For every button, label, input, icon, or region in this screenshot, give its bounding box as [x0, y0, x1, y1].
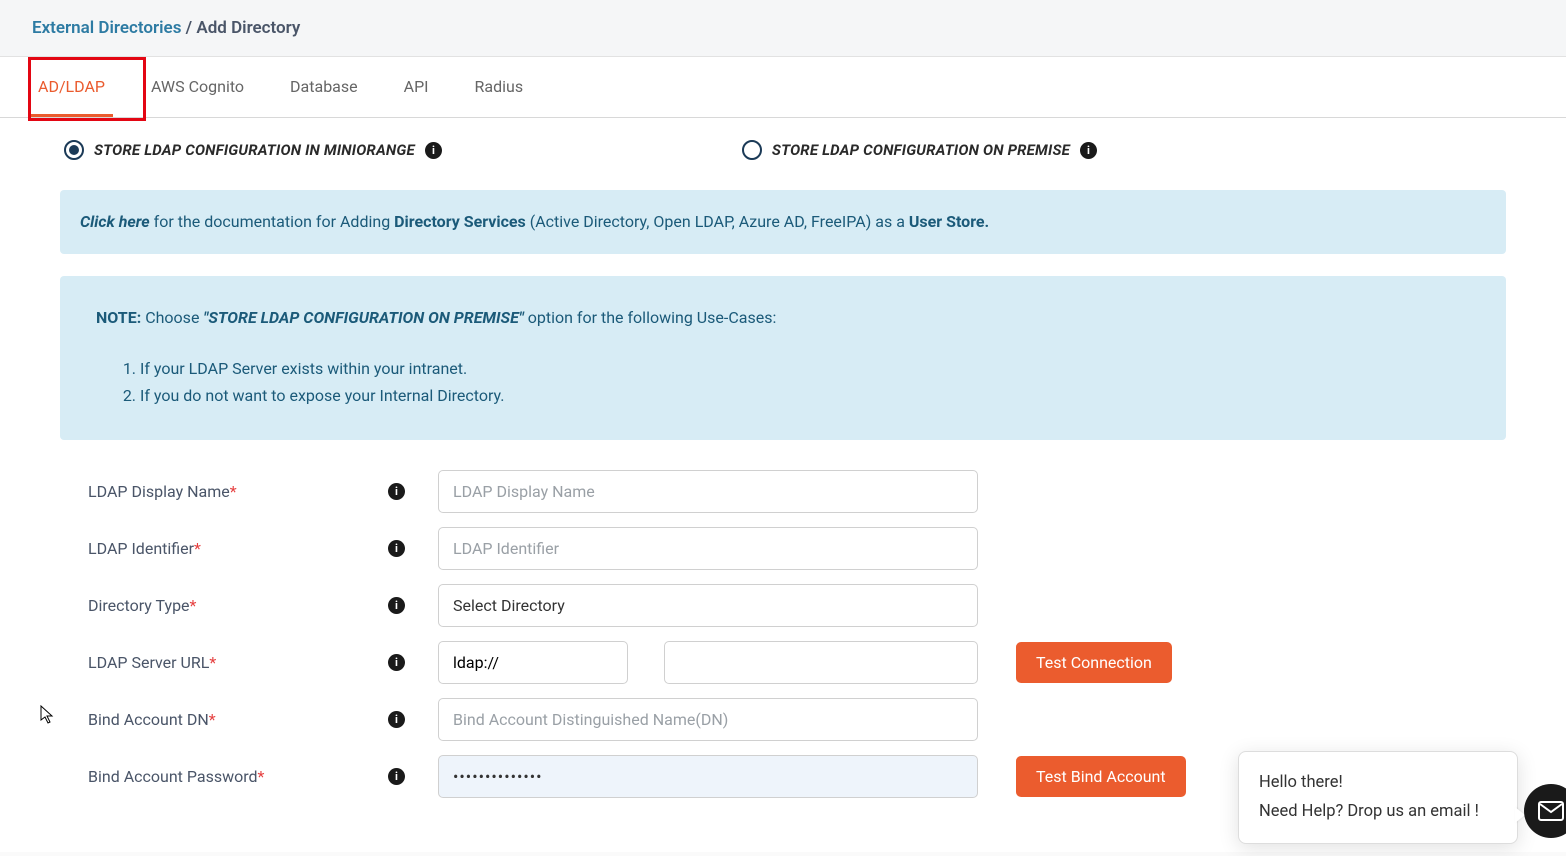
note-quoted: "STORE LDAP CONFIGURATION ON PREMISE" [203, 308, 523, 327]
breadcrumb-link[interactable]: External Directories [32, 18, 181, 38]
row-ldap-display-name: LDAP Display Name* i [60, 470, 1506, 513]
note-label: NOTE: [96, 308, 141, 327]
tab-radius[interactable]: Radius [467, 57, 532, 117]
label-ldap-server-url: LDAP Server URL* [88, 653, 378, 672]
input-ldap-host[interactable] [664, 641, 978, 684]
content: STORE LDAP CONFIGURATION IN MINIORANGE i… [0, 118, 1566, 852]
label-bind-password: Bind Account Password* [88, 767, 378, 786]
input-bind-dn[interactable] [438, 698, 978, 741]
info-icon[interactable]: i [388, 483, 405, 500]
breadcrumb-separator: / [181, 18, 196, 38]
chat-line-1: Hello there! [1259, 768, 1497, 798]
note-item-1: If your LDAP Server exists within your i… [140, 355, 1470, 382]
test-connection-button[interactable]: Test Connection [1016, 642, 1172, 683]
input-ldap-identifier[interactable] [438, 527, 978, 570]
breadcrumb: External Directories / Add Directory [32, 18, 1534, 38]
row-ldap-identifier: LDAP Identifier* i [60, 527, 1506, 570]
radio-indicator-selected [64, 140, 84, 160]
note-item-2: If you do not want to expose your Intern… [140, 382, 1470, 409]
info-icon[interactable]: i [388, 654, 405, 671]
tab-database[interactable]: Database [282, 57, 366, 117]
breadcrumb-current: Add Directory [196, 18, 300, 38]
tab-ad-ldap[interactable]: AD/LDAP [30, 57, 113, 117]
doc-link[interactable]: Click here [80, 212, 150, 231]
config-location-radios: STORE LDAP CONFIGURATION IN MINIORANGE i… [60, 140, 1506, 160]
chat-popup: Hello there! Need Help? Drop us an email… [1238, 751, 1518, 844]
select-directory-type[interactable]: Select Directory [438, 584, 978, 627]
select-ldap-scheme[interactable]: ldap:// [438, 641, 628, 684]
chat-line-2: Need Help? Drop us an email ! [1259, 797, 1497, 827]
info-icon[interactable]: i [388, 768, 405, 785]
tabs: AD/LDAP AWS Cognito Database API Radius [0, 57, 1566, 118]
radio-label: STORE LDAP CONFIGURATION IN MINIORANGE [94, 141, 415, 159]
tab-aws-cognito[interactable]: AWS Cognito [143, 57, 252, 117]
radio-store-onpremise[interactable]: STORE LDAP CONFIGURATION ON PREMISE i [742, 140, 1097, 160]
info-icon[interactable]: i [1080, 142, 1097, 159]
tab-api[interactable]: API [396, 57, 437, 117]
row-ldap-server-url: LDAP Server URL* i ldap:// Test Connecti… [60, 641, 1506, 684]
info-icon[interactable]: i [388, 711, 405, 728]
row-bind-dn: Bind Account DN* i [60, 698, 1506, 741]
label-bind-dn: Bind Account DN* [88, 710, 378, 729]
test-bind-account-button[interactable]: Test Bind Account [1016, 756, 1186, 797]
envelope-icon [1538, 801, 1564, 821]
note-list: If your LDAP Server exists within your i… [140, 355, 1470, 409]
input-bind-password[interactable] [438, 755, 978, 798]
label-ldap-display-name: LDAP Display Name* [88, 482, 378, 501]
row-directory-type: Directory Type* i Select Directory [60, 584, 1506, 627]
radio-label: STORE LDAP CONFIGURATION ON PREMISE [772, 141, 1070, 159]
radio-store-miniorange[interactable]: STORE LDAP CONFIGURATION IN MINIORANGE i [64, 140, 442, 160]
info-icon[interactable]: i [388, 597, 405, 614]
label-directory-type: Directory Type* [88, 596, 378, 615]
input-ldap-display-name[interactable] [438, 470, 978, 513]
label-ldap-identifier: LDAP Identifier* [88, 539, 378, 558]
page-header: External Directories / Add Directory [0, 0, 1566, 57]
radio-indicator [742, 140, 762, 160]
documentation-banner: Click here for the documentation for Add… [60, 190, 1506, 254]
note-box: NOTE: Choose "STORE LDAP CONFIGURATION O… [60, 276, 1506, 440]
info-icon[interactable]: i [425, 142, 442, 159]
info-icon[interactable]: i [388, 540, 405, 557]
